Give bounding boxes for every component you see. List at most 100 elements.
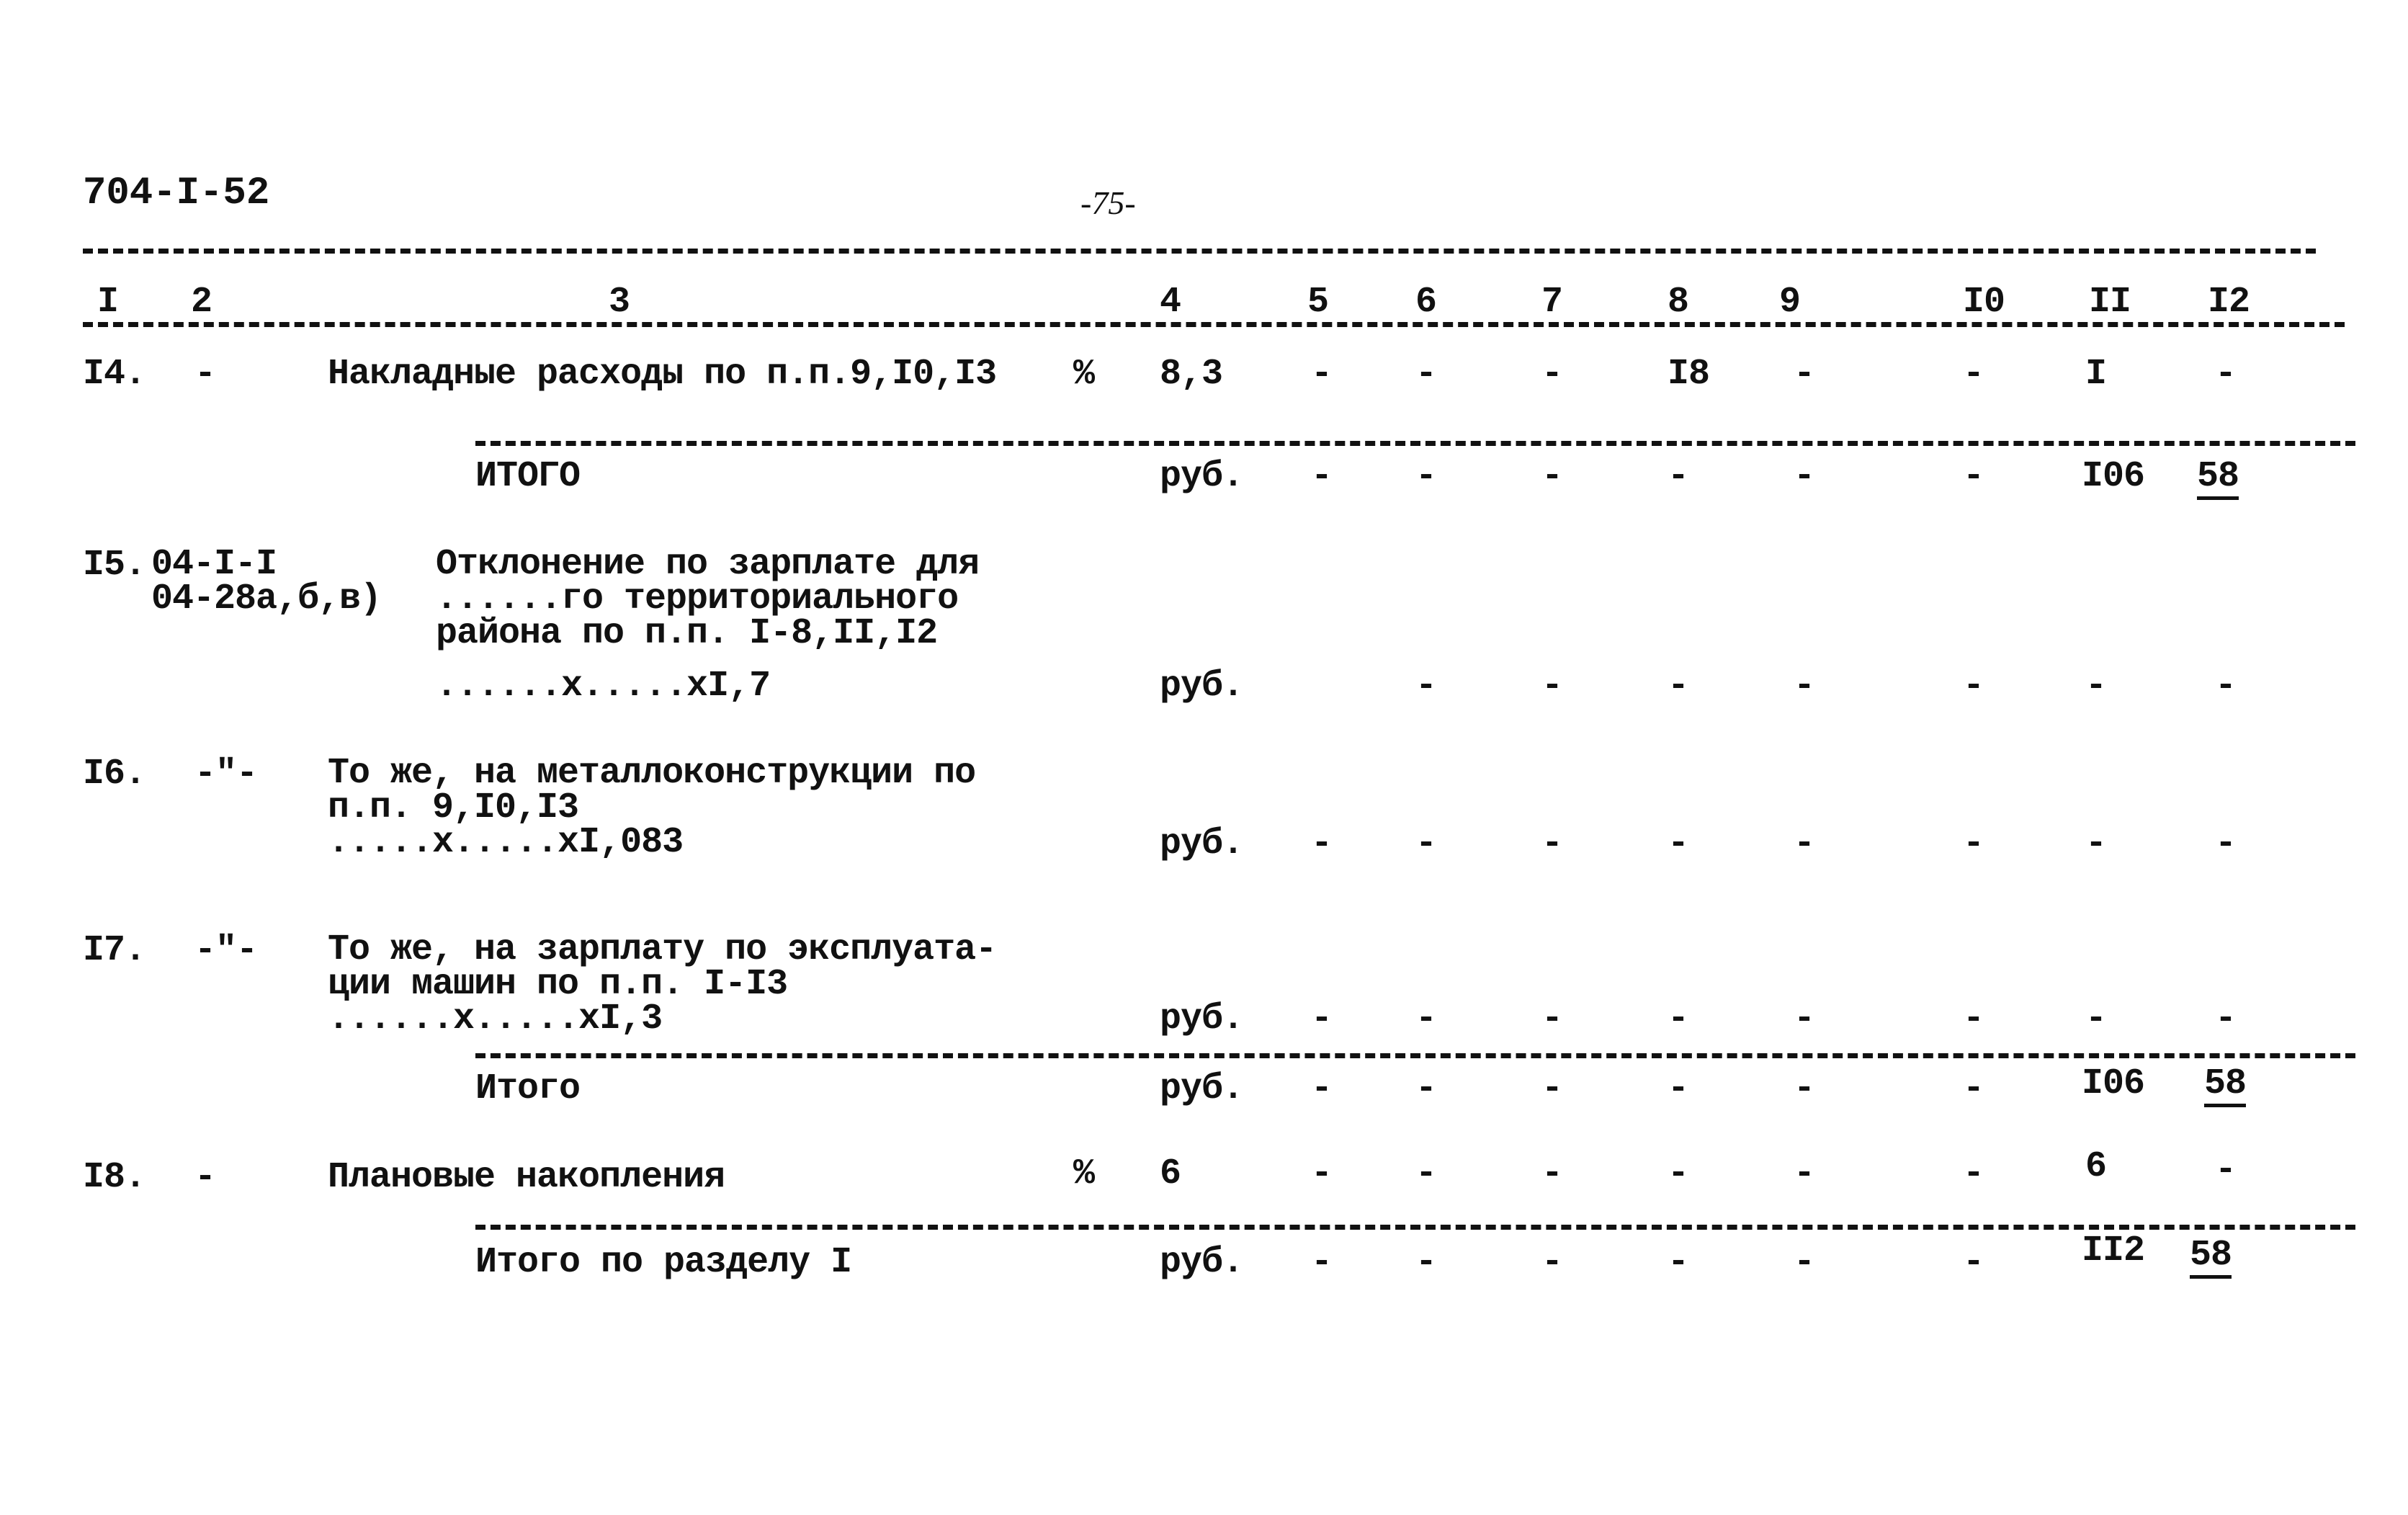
cell-c4: руб.: [1160, 823, 1244, 864]
row-rule: [475, 1225, 2355, 1230]
column-header-6: 6: [1415, 282, 1437, 323]
column-header-12: I2: [2208, 282, 2250, 323]
cell-c12: -: [2215, 666, 2237, 707]
row-description: Плановые накопления: [328, 1157, 725, 1198]
row-formula: ......х.....хI,7: [436, 666, 771, 707]
cell-c5: -: [1311, 456, 1333, 497]
cell-c4: руб.: [1160, 1242, 1244, 1283]
column-header-1: I: [97, 282, 119, 323]
cell-c12: 58: [2197, 459, 2239, 500]
cell-c11: I: [2085, 354, 2107, 395]
column-header-5: 5: [1307, 282, 1329, 323]
cell-c10: -: [1963, 1068, 1984, 1109]
cell-c4: руб.: [1160, 998, 1244, 1040]
page-number: -75-: [1080, 184, 1136, 221]
row-description: Итого по разделу I: [475, 1242, 852, 1283]
cell-c8: -: [1668, 456, 1689, 497]
row-unit: %: [1073, 1153, 1095, 1194]
cell-c11: II2: [2082, 1230, 2145, 1272]
cell-c11: I06: [2082, 456, 2145, 497]
column-header-10: I0: [1963, 282, 2005, 323]
cell-c5: -: [1311, 1068, 1333, 1109]
row-description: Накладные расходы по п.п.9,I0,I3: [328, 354, 997, 395]
cell-c6: -: [1415, 1068, 1437, 1109]
cell-c11: 6: [2085, 1146, 2107, 1187]
cell-c12: 58: [2204, 1066, 2247, 1107]
cell-c4: 8,3: [1160, 354, 1223, 395]
cell-c8: -: [1668, 1068, 1689, 1109]
cell-c10: -: [1963, 456, 1984, 497]
cell-c7: -: [1541, 823, 1563, 864]
row-number: I6.: [83, 754, 146, 795]
row-description: ИТОГО: [475, 456, 581, 497]
header-bottom-rule: [83, 322, 2345, 327]
cell-c8: -: [1668, 1153, 1689, 1194]
cell-c10: -: [1963, 666, 1984, 707]
row-number: I7.: [83, 930, 146, 971]
cell-c5: -: [1311, 1242, 1333, 1283]
cell-c9: -: [1794, 1068, 1815, 1109]
row-rule: [475, 1053, 2355, 1058]
cell-c6: -: [1415, 666, 1437, 707]
cell-c10: -: [1963, 998, 1984, 1040]
cell-c10: -: [1963, 354, 1984, 395]
cell-c8: -: [1668, 823, 1689, 864]
cell-c11: -: [2085, 998, 2107, 1040]
cell-c12: -: [2215, 1150, 2237, 1191]
row-code: -: [194, 354, 216, 395]
header-top-rule: [83, 249, 2316, 254]
cell-c6: -: [1415, 1153, 1437, 1194]
cell-c9: -: [1794, 1242, 1815, 1283]
row-number: I8.: [83, 1157, 146, 1198]
cell-c5: -: [1311, 823, 1333, 864]
cell-c8: -: [1668, 1242, 1689, 1283]
column-header-2: 2: [191, 282, 212, 323]
cell-c6: -: [1415, 456, 1437, 497]
column-header-7: 7: [1541, 282, 1563, 323]
cell-c9: -: [1794, 823, 1815, 864]
cell-c5: -: [1311, 998, 1333, 1040]
cell-c10: -: [1963, 1153, 1984, 1194]
row-description: То же, на металлоконструкции по п.п. 9,I…: [328, 753, 976, 863]
cell-c8: -: [1668, 998, 1689, 1040]
row-code: -"-: [194, 754, 258, 795]
column-header-8: 8: [1668, 282, 1689, 323]
cell-c7: -: [1541, 456, 1563, 497]
cell-c9: -: [1794, 456, 1815, 497]
row-code: 04-I-I 04-28а,б,в): [151, 544, 382, 620]
row-code: -"-: [194, 930, 258, 971]
cell-c9: -: [1794, 998, 1815, 1040]
column-header-9: 9: [1779, 282, 1801, 323]
cell-c5: -: [1311, 354, 1333, 395]
cell-c11: -: [2085, 666, 2107, 707]
column-header-11: II: [2089, 282, 2131, 323]
cell-c12: -: [2215, 823, 2237, 864]
cell-c11: I06: [2082, 1063, 2145, 1104]
cell-c7: -: [1541, 666, 1563, 707]
row-rule: [475, 441, 2355, 446]
cell-c12: 58: [2190, 1238, 2232, 1279]
cell-c12: -: [2215, 354, 2237, 395]
cell-c7: -: [1541, 1242, 1563, 1283]
cell-c9: -: [1794, 666, 1815, 707]
cell-c6: -: [1415, 823, 1437, 864]
cell-c7: -: [1541, 354, 1563, 395]
column-header-3: 3: [609, 282, 630, 323]
cell-c7: -: [1541, 1068, 1563, 1109]
row-code: -: [194, 1157, 216, 1198]
row-unit: %: [1073, 354, 1095, 395]
cell-c10: -: [1963, 823, 1984, 864]
cell-c4: руб.: [1160, 456, 1244, 497]
cell-c9: -: [1794, 354, 1815, 395]
row-description: Отклонение по зарплате для ......го терр…: [436, 544, 980, 654]
cell-c10: -: [1963, 1242, 1984, 1283]
cell-c11: -: [2085, 823, 2107, 864]
row-number: I5.: [83, 545, 146, 586]
row-number: I4.: [83, 354, 146, 395]
column-header-4: 4: [1160, 282, 1181, 323]
cell-c4: руб.: [1160, 1068, 1244, 1109]
row-description: Итого: [475, 1068, 581, 1109]
cell-c12: -: [2215, 998, 2237, 1040]
cell-c5: -: [1311, 1153, 1333, 1194]
row-description: То же, на зарплату по эксплуата- ции маш…: [328, 929, 997, 1040]
